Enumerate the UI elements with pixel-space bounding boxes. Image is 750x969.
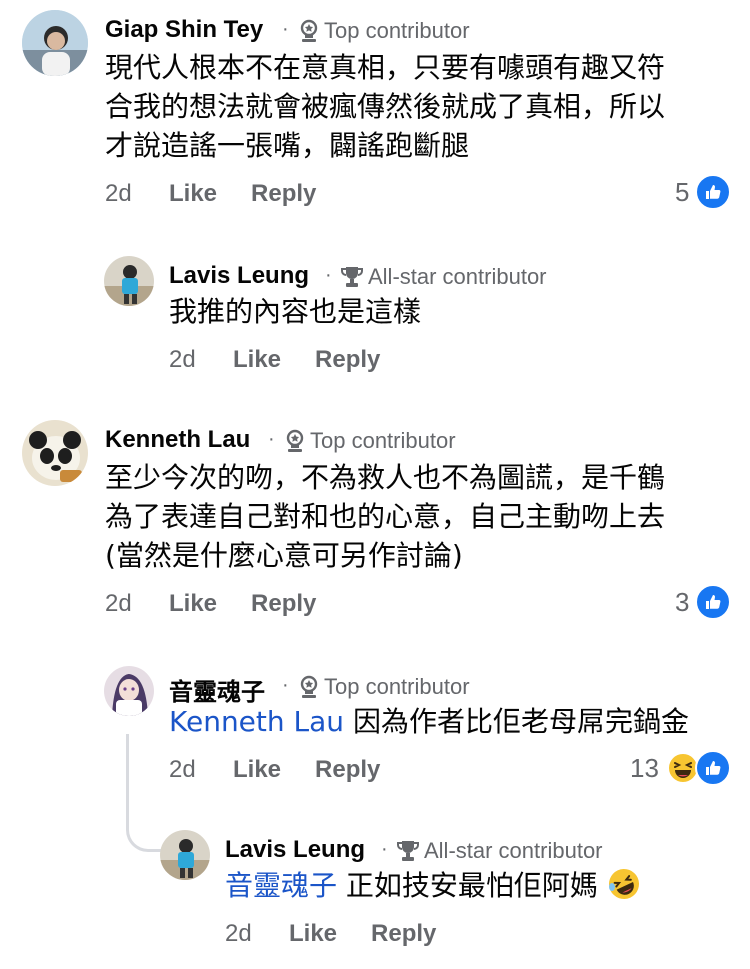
comment-text: 我推的內容也是這樣 <box>169 292 719 331</box>
like-button[interactable]: Like <box>289 920 337 948</box>
reply-button[interactable]: Reply <box>315 346 380 374</box>
reaction-count[interactable]: 3 <box>675 584 732 620</box>
reaction-number: 3 <box>675 586 690 617</box>
mention-link[interactable]: Kenneth Lau <box>169 705 344 738</box>
comment-actions: 2d Like Reply <box>169 346 414 374</box>
reply-button[interactable]: Reply <box>251 180 316 208</box>
reaction-number: 5 <box>675 176 690 207</box>
comment-text: 音靈魂子 正如技安最怕佢阿媽 <box>225 866 725 905</box>
mention-link[interactable]: 音靈魂子 <box>225 869 337 902</box>
commenter-name[interactable]: Giap Shin Tey <box>105 16 263 44</box>
badge-label: Top contributor <box>310 428 456 453</box>
comment-text-line: 才說造謠一張嘴，闢謠跑斷腿 <box>105 129 470 162</box>
comment-text-line: 合我的想法就會被瘋傳然後就成了真相，所以 <box>105 90 666 123</box>
commenter-name[interactable]: Kenneth Lau <box>105 426 250 454</box>
avatar[interactable] <box>104 666 154 716</box>
top-contributor-icon <box>300 675 318 698</box>
separator-dot: · <box>325 264 332 286</box>
like-button[interactable]: Like <box>233 346 281 374</box>
avatar[interactable] <box>22 420 88 486</box>
thread-line <box>126 734 129 824</box>
comment-actions: 2d Like Reply <box>105 590 350 618</box>
comment-text: 現代人根本不在意真相，只要有噱頭有趣又符 合我的想法就會被瘋傳然後就成了真相，所… <box>105 48 725 165</box>
comment-actions: 2d Like Reply <box>169 756 414 784</box>
comment-text-line: 為了表達自己對和也的心意，自己主動吻上去 <box>105 500 666 533</box>
reaction-count[interactable]: 5 <box>675 174 732 210</box>
contributor-badge: Top contributor <box>298 18 470 44</box>
commenter-name[interactable]: Lavis Leung <box>169 262 309 290</box>
timestamp[interactable]: 2d <box>105 180 169 208</box>
contributor-badge: All-star contributor <box>340 264 547 290</box>
comment-text-body: 正如技安最怕佢阿媽 <box>345 869 598 902</box>
like-button[interactable]: Like <box>233 756 281 784</box>
thread-line-curve <box>126 822 162 852</box>
like-button[interactable]: Like <box>169 180 217 208</box>
comment-actions: 2d Like Reply <box>225 920 470 948</box>
avatar[interactable] <box>22 10 88 76</box>
reply-button[interactable]: Reply <box>371 920 436 948</box>
contributor-badge: All-star contributor <box>396 838 603 864</box>
like-icon <box>694 750 731 786</box>
top-contributor-icon <box>286 429 304 452</box>
separator-dot: · <box>282 674 289 696</box>
comment-text: Kenneth Lau 因為作者比佢老母屌完鍋金 <box>169 702 729 741</box>
timestamp[interactable]: 2d <box>169 756 233 784</box>
like-icon <box>695 584 732 620</box>
reaction-number: 13 <box>630 752 659 783</box>
comment-text: 至少今次的吻，不為救人也不為圖謊，是千鶴 為了表達自己對和也的心意，自己主動吻上… <box>105 458 725 575</box>
contributor-badge: Top contributor <box>298 674 470 700</box>
top-contributor-icon <box>300 19 318 42</box>
contributor-badge: Top contributor <box>284 428 456 454</box>
rofl-emoji-icon <box>608 869 639 899</box>
reply-button[interactable]: Reply <box>251 590 316 618</box>
badge-label: All-star contributor <box>368 264 547 289</box>
comment-text-line: (當然是什麼心意可另作討論) <box>105 539 463 572</box>
comment-text-line: 現代人根本不在意真相，只要有噱頭有趣又符 <box>105 51 666 84</box>
timestamp[interactable]: 2d <box>225 920 289 948</box>
separator-dot: · <box>381 838 388 860</box>
avatar[interactable] <box>104 256 154 306</box>
badge-label: All-star contributor <box>424 838 603 863</box>
timestamp[interactable]: 2d <box>169 346 233 374</box>
separator-dot: · <box>282 18 289 40</box>
reply-button[interactable]: Reply <box>315 756 380 784</box>
comment-text-line: 至少今次的吻，不為救人也不為圖謊，是千鶴 <box>105 461 666 494</box>
commenter-name[interactable]: Lavis Leung <box>225 836 365 864</box>
all-star-contributor-icon <box>341 267 363 287</box>
all-star-contributor-icon <box>397 841 419 861</box>
like-button[interactable]: Like <box>169 590 217 618</box>
comment-text-line: 我推的內容也是這樣 <box>169 295 422 328</box>
avatar[interactable] <box>160 830 210 880</box>
separator-dot: · <box>268 428 275 450</box>
badge-label: Top contributor <box>324 674 470 699</box>
comment-actions: 2d Like Reply <box>105 180 350 208</box>
comment-text-body: 因為作者比佢老母屌完鍋金 <box>352 705 689 738</box>
reaction-count[interactable]: 13 <box>630 750 731 786</box>
timestamp[interactable]: 2d <box>105 590 169 618</box>
like-icon <box>695 174 732 210</box>
badge-label: Top contributor <box>324 18 470 43</box>
